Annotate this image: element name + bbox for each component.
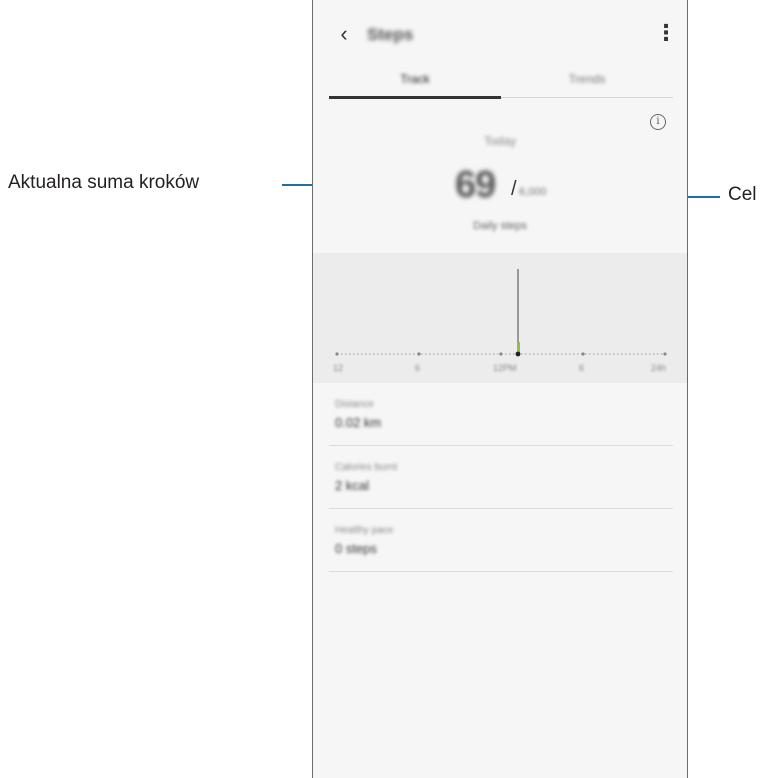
stat-label-healthy-pace: Healthy pace [335, 525, 394, 536]
chart-tick-label: 6 [415, 363, 421, 373]
chart-tick-label: 6 [579, 363, 585, 373]
steps-separator: / [511, 178, 517, 200]
hourly-steps-chart: 12 6 12PM 6 24h [313, 253, 687, 383]
current-time-dot [515, 351, 521, 357]
tab-track-label: Track [400, 72, 430, 86]
stat-value-calories: 2 kcal [335, 478, 369, 493]
tab-bar: Track Trends [329, 60, 673, 100]
back-icon[interactable]: ‹ [333, 22, 355, 46]
current-steps-count: 69 [455, 164, 496, 206]
tab-trends-label: Trends [568, 72, 606, 86]
list-item: Distance 0.02 km [329, 383, 673, 446]
chart-tick-dot [663, 352, 667, 356]
list-item: Healthy pace 0 steps [329, 509, 673, 572]
callout-goal: Cel [728, 184, 757, 205]
info-icon[interactable]: i [650, 114, 666, 130]
chart-tick-label: 12 [333, 363, 344, 373]
chart-tick-dot [417, 352, 421, 356]
more-options-icon[interactable]: ⋮ [655, 22, 677, 46]
chart-tick-dot [499, 352, 503, 356]
day-label: Today [483, 134, 517, 148]
chart-tick-dot [581, 352, 585, 356]
stat-label-calories: Calories burnt [335, 462, 398, 473]
steps-goal[interactable]: 6,000 [519, 186, 547, 198]
chart-tick-label: 12PM [493, 363, 517, 373]
tab-track[interactable]: Track [329, 60, 501, 98]
stat-label-distance: Distance [335, 399, 374, 410]
callout-current-total: Aktualna suma kroków [8, 172, 200, 193]
daily-steps-caption: Daily steps [473, 220, 527, 232]
tab-active-indicator [329, 96, 501, 99]
page-title: Steps [367, 25, 414, 44]
tab-trends[interactable]: Trends [501, 60, 673, 98]
list-item: Calories burnt 2 kcal [329, 446, 673, 509]
tab-divider [501, 97, 673, 98]
chart-tick-dot [335, 352, 339, 356]
stats-list: Distance 0.02 km Calories burnt 2 kcal H… [329, 383, 673, 572]
phone-frame: ‹ Steps ⋮ Track Trends i Today 69 / 6,00… [312, 0, 688, 778]
chart-tick-label: 24h [651, 363, 667, 373]
stat-value-healthy-pace: 0 steps [335, 541, 377, 556]
steps-screen: ‹ Steps ⋮ Track Trends i Today 69 / 6,00… [313, 0, 687, 778]
stat-value-distance: 0.02 km [335, 415, 382, 430]
